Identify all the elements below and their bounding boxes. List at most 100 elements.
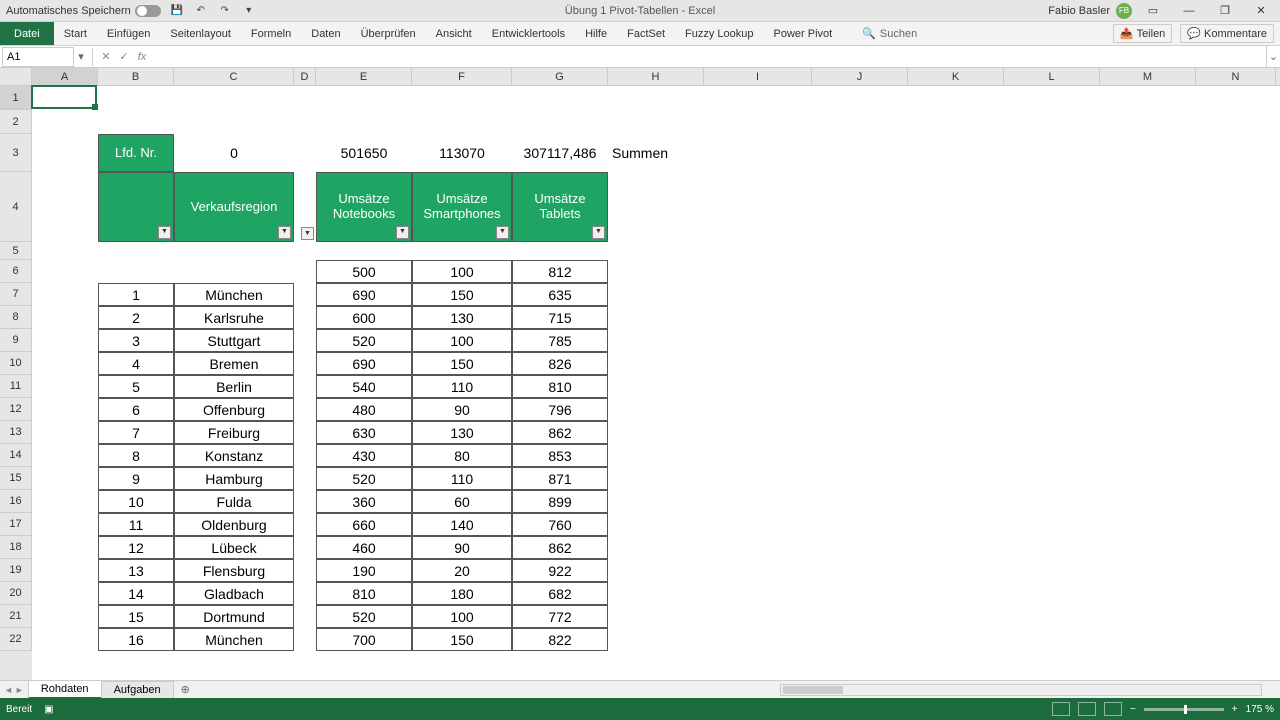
cell-r-3[interactable]: Stuttgart [174, 329, 294, 352]
row-header-18[interactable]: 18 [0, 536, 32, 559]
user-name[interactable]: Fabio Basler [1048, 5, 1110, 17]
cell-e-11[interactable]: 660 [316, 513, 412, 536]
sheet-tab-rohdaten[interactable]: Rohdaten [28, 680, 102, 699]
view-page-layout-icon[interactable] [1078, 702, 1096, 716]
col-header-J[interactable]: J [812, 68, 908, 85]
close-icon[interactable]: ✕ [1246, 1, 1276, 21]
cell-f-7[interactable]: 130 [412, 421, 512, 444]
row-header-15[interactable]: 15 [0, 467, 32, 490]
sum-b[interactable]: 0 [174, 134, 294, 172]
cell-f-8[interactable]: 80 [412, 444, 512, 467]
tab-einfügen[interactable]: Einfügen [97, 22, 160, 45]
cell-f-16[interactable]: 150 [412, 628, 512, 651]
header-d-filter[interactable]: ▼ [294, 172, 316, 242]
cell-g-10[interactable]: 899 [512, 490, 608, 513]
cell-e-3[interactable]: 520 [316, 329, 412, 352]
tab-entwicklertools[interactable]: Entwicklertools [482, 22, 575, 45]
row-header-10[interactable]: 10 [0, 352, 32, 375]
col-header-G[interactable]: G [512, 68, 608, 85]
row-header-4[interactable]: 4 [0, 172, 32, 242]
row-header-16[interactable]: 16 [0, 490, 32, 513]
header-tablets-filter-icon[interactable]: ▼ [592, 226, 605, 239]
header-lfd-filter[interactable]: ▼ [98, 172, 174, 242]
row-header-5[interactable]: 5 [0, 242, 32, 260]
horizontal-scrollbar[interactable] [780, 684, 1262, 696]
cell-g-11[interactable]: 760 [512, 513, 608, 536]
tab-seitenlayout[interactable]: Seitenlayout [160, 22, 241, 45]
tab-power pivot[interactable]: Power Pivot [764, 22, 843, 45]
sum-e[interactable]: 501650 [316, 134, 412, 172]
cell-n-5[interactable]: 5 [98, 375, 174, 398]
row-header-13[interactable]: 13 [0, 421, 32, 444]
cell-g-15[interactable]: 772 [512, 605, 608, 628]
tab-formeln[interactable]: Formeln [241, 22, 301, 45]
cell-f-5[interactable]: 110 [412, 375, 512, 398]
row-header-20[interactable]: 20 [0, 582, 32, 605]
cell-n-6[interactable]: 6 [98, 398, 174, 421]
cell-n-12[interactable]: 12 [98, 536, 174, 559]
row-header-1[interactable]: 1 [0, 86, 32, 110]
spreadsheet-grid[interactable]: ABCDEFGHIJKLMN 1234567891011121314151617… [0, 68, 1280, 680]
header-region[interactable]: Verkaufsregion▼ [174, 172, 294, 242]
fx-icon[interactable]: fx [133, 51, 151, 63]
sum-f[interactable]: 113070 [412, 134, 512, 172]
cell-g-2[interactable]: 715 [512, 306, 608, 329]
sheet-nav-first-icon[interactable]: ◄ [4, 685, 13, 695]
share-button[interactable]: 📤 Teilen [1113, 24, 1172, 43]
zoom-out-icon[interactable]: − [1130, 704, 1136, 715]
row-header-8[interactable]: 8 [0, 306, 32, 329]
col-header-L[interactable]: L [1004, 68, 1100, 85]
cell-g-12[interactable]: 862 [512, 536, 608, 559]
cell-e-10[interactable]: 360 [316, 490, 412, 513]
header-lfd-nr[interactable]: Lfd. Nr. [98, 134, 174, 172]
row-header-2[interactable]: 2 [0, 110, 32, 134]
cell-e-13[interactable]: 190 [316, 559, 412, 582]
cell-r-8[interactable]: Konstanz [174, 444, 294, 467]
col-header-A[interactable]: A [32, 68, 98, 85]
cell-r-14[interactable]: Gladbach [174, 582, 294, 605]
sheet-nav-last-icon[interactable]: ► [15, 685, 24, 695]
row-header-3[interactable]: 3 [0, 134, 32, 172]
row-header-22[interactable]: 22 [0, 628, 32, 651]
cell-n-15[interactable]: 15 [98, 605, 174, 628]
cell-r-12[interactable]: Lübeck [174, 536, 294, 559]
cell-g-3[interactable]: 785 [512, 329, 608, 352]
row-header-19[interactable]: 19 [0, 559, 32, 582]
cell-e-6[interactable]: 480 [316, 398, 412, 421]
cell-g-5[interactable]: 810 [512, 375, 608, 398]
row-header-9[interactable]: 9 [0, 329, 32, 352]
row-header-12[interactable]: 12 [0, 398, 32, 421]
col-header-N[interactable]: N [1196, 68, 1276, 85]
cell-f-11[interactable]: 140 [412, 513, 512, 536]
cell-n-3[interactable]: 3 [98, 329, 174, 352]
header-notebooks[interactable]: Umsätze Notebooks▼ [316, 172, 412, 242]
col-header-B[interactable]: B [98, 68, 174, 85]
cell-f-14[interactable]: 180 [412, 582, 512, 605]
formula-expand-icon[interactable]: ⌄ [1266, 46, 1280, 67]
view-normal-icon[interactable] [1052, 702, 1070, 716]
header-d-filter-filter-icon[interactable]: ▼ [301, 227, 314, 240]
cell-e-12[interactable]: 460 [316, 536, 412, 559]
cell-r-5[interactable]: Berlin [174, 375, 294, 398]
undo-icon[interactable]: ↶ [193, 3, 209, 19]
redo-icon[interactable]: ↷ [217, 3, 233, 19]
col-header-M[interactable]: M [1100, 68, 1196, 85]
cell-e-16[interactable]: 700 [316, 628, 412, 651]
cell-e-1[interactable]: 690 [316, 283, 412, 306]
cell-e-7[interactable]: 630 [316, 421, 412, 444]
search-box[interactable]: 🔍 Suchen [862, 27, 917, 40]
col-header-H[interactable]: H [608, 68, 704, 85]
row-header-17[interactable]: 17 [0, 513, 32, 536]
col-header-I[interactable]: I [704, 68, 812, 85]
cell-f-6[interactable]: 90 [412, 398, 512, 421]
row-header-21[interactable]: 21 [0, 605, 32, 628]
name-box[interactable]: A1 [2, 47, 74, 67]
cell-f-2[interactable]: 130 [412, 306, 512, 329]
select-all-corner[interactable] [0, 68, 32, 85]
zoom-in-icon[interactable]: + [1232, 704, 1238, 715]
tab-start[interactable]: Start [54, 22, 97, 45]
cell-n-1[interactable]: 1 [98, 283, 174, 306]
cell-e-15[interactable]: 520 [316, 605, 412, 628]
cell-g-7[interactable]: 862 [512, 421, 608, 444]
minimize-icon[interactable]: ― [1174, 1, 1204, 21]
